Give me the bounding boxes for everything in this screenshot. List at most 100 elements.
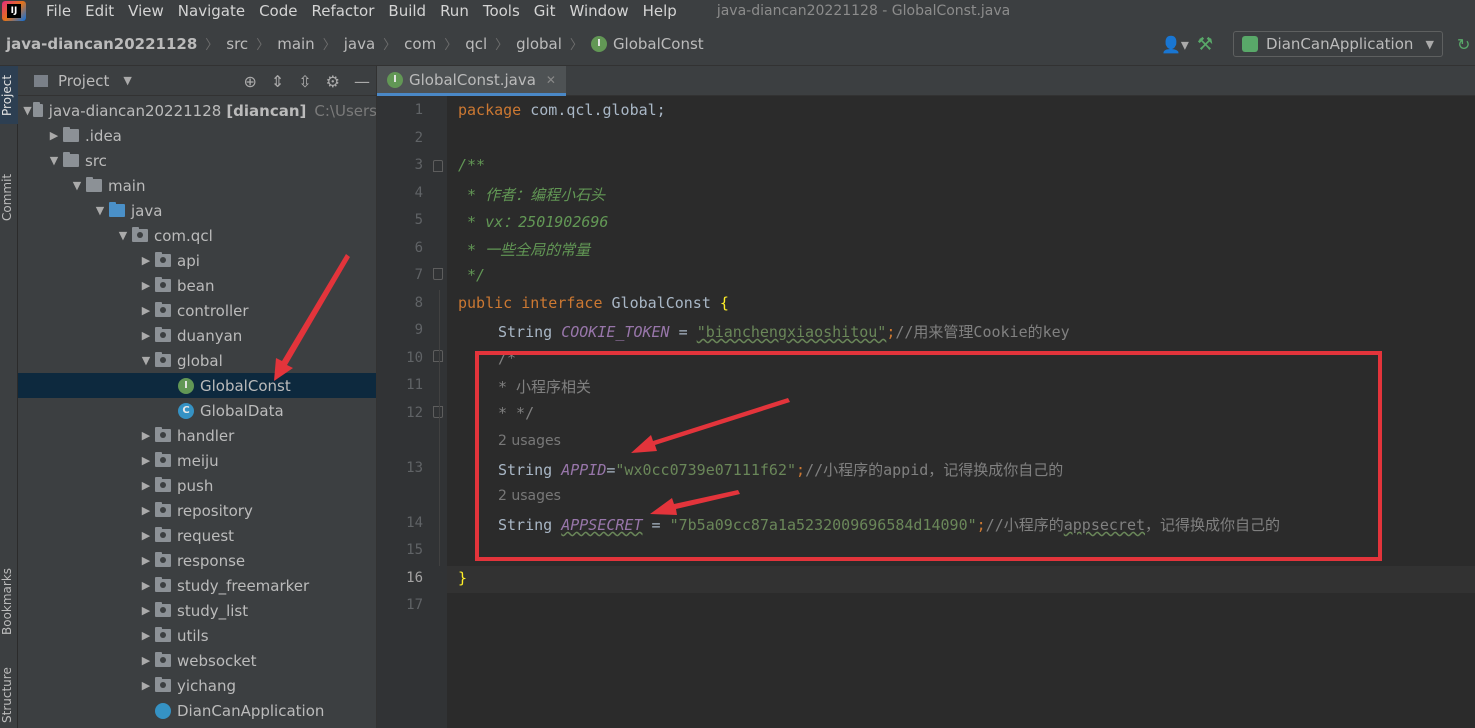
project-panel-title[interactable]: Project: [58, 72, 109, 90]
tree-item-bean[interactable]: ▶ bean: [18, 273, 376, 298]
line-number[interactable]: 3: [377, 157, 423, 173]
chevron-down-icon[interactable]: ▼: [45, 154, 63, 167]
chevron-right-icon[interactable]: ▶: [137, 454, 155, 467]
breadcrumb-globalconst[interactable]: GlobalConst: [613, 35, 704, 53]
line-number[interactable]: 17: [377, 597, 423, 613]
tree-item-meiju[interactable]: ▶ meiju: [18, 448, 376, 473]
fold-icon[interactable]: [433, 268, 443, 280]
gear-icon[interactable]: ⚙: [326, 72, 340, 91]
line-number[interactable]: 7: [377, 267, 423, 283]
chevron-right-icon[interactable]: ▶: [137, 629, 155, 642]
tree-item-java[interactable]: ▼ java: [18, 198, 376, 223]
breadcrumb-java[interactable]: java: [344, 35, 375, 53]
breadcrumb-main[interactable]: main: [277, 35, 314, 53]
expand-all-icon[interactable]: ⇕: [271, 72, 284, 91]
user-icon[interactable]: 👤▾: [1161, 35, 1197, 54]
close-icon[interactable]: ✕: [546, 73, 556, 87]
tree-item-src[interactable]: ▼ src: [18, 148, 376, 173]
chevron-right-icon[interactable]: ▶: [137, 529, 155, 542]
menu-window[interactable]: Window: [569, 2, 628, 20]
line-number[interactable]: 14: [377, 515, 423, 531]
line-number[interactable]: 11: [377, 377, 423, 393]
tree-item-response[interactable]: ▶ response: [18, 548, 376, 573]
tree-item-utils[interactable]: ▶ utils: [18, 623, 376, 648]
minimize-icon[interactable]: —: [354, 72, 370, 91]
line-number[interactable]: 13: [377, 460, 423, 476]
chevron-right-icon[interactable]: ▶: [137, 504, 155, 517]
tree-root[interactable]: ▼ java-diancan20221128 [diancan] C:\User…: [18, 98, 376, 123]
tree-item-idea[interactable]: ▶ .idea: [18, 123, 376, 148]
tool-window-commit[interactable]: Commit: [0, 162, 18, 232]
breadcrumb-project[interactable]: java-diancan20221128: [6, 35, 197, 53]
line-number[interactable]: 9: [377, 322, 423, 338]
locate-target-icon[interactable]: ⊕: [243, 72, 256, 91]
tree-item-yichang[interactable]: ▶ yichang: [18, 673, 376, 698]
fold-icon[interactable]: [433, 350, 443, 362]
menu-file[interactable]: File: [46, 2, 71, 20]
line-number[interactable]: 4: [377, 185, 423, 201]
chevron-right-icon[interactable]: ▶: [137, 304, 155, 317]
tree-item-api[interactable]: ▶ api: [18, 248, 376, 273]
tree-item-controller[interactable]: ▶ controller: [18, 298, 376, 323]
chevron-right-icon[interactable]: ▶: [137, 329, 155, 342]
line-number[interactable]: 16: [377, 570, 423, 586]
line-number[interactable]: 1: [377, 102, 423, 118]
line-number[interactable]: 12: [377, 405, 423, 421]
line-number[interactable]: 8: [377, 295, 423, 311]
tab-globalconst[interactable]: I GlobalConst.java ✕: [377, 66, 566, 96]
tree-item-main[interactable]: ▼ main: [18, 173, 376, 198]
collapse-all-icon[interactable]: ⇳: [298, 72, 311, 91]
chevron-down-icon[interactable]: ▼: [68, 179, 86, 192]
menu-help[interactable]: Help: [643, 2, 677, 20]
menu-git[interactable]: Git: [534, 2, 556, 20]
chevron-down-icon[interactable]: ▼: [137, 354, 155, 367]
chevron-right-icon[interactable]: ▶: [137, 679, 155, 692]
chevron-right-icon[interactable]: ▶: [137, 429, 155, 442]
run-icon[interactable]: ↻: [1457, 35, 1475, 54]
chevron-right-icon[interactable]: ▶: [45, 129, 63, 142]
tree-item-study-freemarker[interactable]: ▶ study_freemarker: [18, 573, 376, 598]
tree-item-com-qcl[interactable]: ▼ com.qcl: [18, 223, 376, 248]
breadcrumb-com[interactable]: com: [404, 35, 436, 53]
tree-item-global[interactable]: ▼ global: [18, 348, 376, 373]
menu-tools[interactable]: Tools: [483, 2, 520, 20]
tree-item-study-list[interactable]: ▶ study_list: [18, 598, 376, 623]
line-number[interactable]: 2: [377, 130, 423, 146]
line-number[interactable]: 10: [377, 350, 423, 366]
tool-window-structure[interactable]: Structure: [0, 662, 18, 728]
chevron-down-icon[interactable]: ▼: [123, 74, 131, 87]
tree-item-diancanapplication[interactable]: DianCanApplication: [18, 698, 376, 723]
menu-view[interactable]: View: [128, 2, 164, 20]
breadcrumb-qcl[interactable]: qcl: [465, 35, 487, 53]
chevron-right-icon[interactable]: ▶: [137, 604, 155, 617]
line-number[interactable]: 5: [377, 212, 423, 228]
run-configuration-dropdown[interactable]: DianCanApplication ▼: [1233, 31, 1443, 57]
tree-item-duanyan[interactable]: ▶ duanyan: [18, 323, 376, 348]
menu-navigate[interactable]: Navigate: [178, 2, 245, 20]
tree-item-request[interactable]: ▶ request: [18, 523, 376, 548]
tree-item-websocket[interactable]: ▶ websocket: [18, 648, 376, 673]
tool-window-project[interactable]: Project: [0, 66, 18, 124]
tool-window-bookmarks[interactable]: Bookmarks: [0, 556, 18, 646]
tree-item-push[interactable]: ▶ push: [18, 473, 376, 498]
chevron-right-icon[interactable]: ▶: [137, 554, 155, 567]
menu-refactor[interactable]: Refactor: [311, 2, 374, 20]
fold-icon[interactable]: [433, 160, 443, 172]
tree-item-globaldata[interactable]: C GlobalData: [18, 398, 376, 423]
build-hammer-icon[interactable]: ⚒: [1197, 34, 1233, 55]
chevron-down-icon[interactable]: ▼: [114, 229, 132, 242]
chevron-down-icon[interactable]: ▼: [22, 104, 33, 117]
code-area[interactable]: 1 2 3 4 5 6 7 8 9 10 11 12 13 14 15 16 17 package com.qc…: [377, 96, 1475, 728]
menu-build[interactable]: Build: [388, 2, 426, 20]
chevron-right-icon[interactable]: ▶: [137, 254, 155, 267]
line-number[interactable]: 15: [377, 542, 423, 558]
breadcrumb-src[interactable]: src: [226, 35, 248, 53]
tree-item-repository[interactable]: ▶ repository: [18, 498, 376, 523]
chevron-right-icon[interactable]: ▶: [137, 654, 155, 667]
menu-edit[interactable]: Edit: [85, 2, 114, 20]
menu-code[interactable]: Code: [259, 2, 297, 20]
chevron-right-icon[interactable]: ▶: [137, 279, 155, 292]
line-number[interactable]: 6: [377, 240, 423, 256]
tree-item-globalconst[interactable]: I GlobalConst: [18, 373, 376, 398]
chevron-right-icon[interactable]: ▶: [137, 479, 155, 492]
